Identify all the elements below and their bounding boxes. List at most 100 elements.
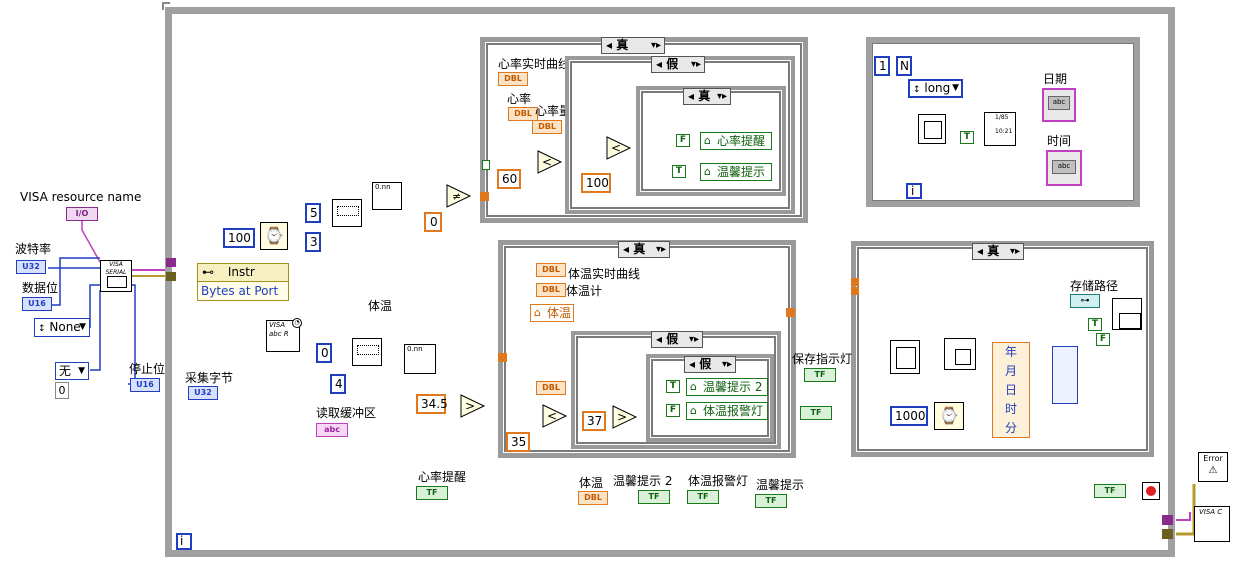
- clock-icon: ◔: [292, 318, 302, 328]
- temp-alarm-local[interactable]: 体温报警灯: [686, 402, 768, 420]
- loop-count-constant[interactable]: 1: [874, 56, 890, 76]
- temp-dbl-terminal[interactable]: DBL: [536, 381, 566, 395]
- offset-constant-1[interactable]: 5: [305, 203, 321, 223]
- serial-icon-label: VISA SERIAL: [105, 261, 127, 276]
- save-wait-constant[interactable]: 1000: [890, 406, 928, 426]
- wait-ms-constant[interactable]: 100: [223, 228, 255, 248]
- greater-than-icon-2[interactable]: >: [612, 405, 638, 429]
- build-array-node[interactable]: [1052, 346, 1078, 404]
- temp-chart-terminal[interactable]: DBL: [536, 263, 566, 277]
- save-tf-terminal[interactable]: TF: [800, 406, 832, 420]
- read-buffer-terminal[interactable]: abc: [316, 423, 348, 437]
- length-constant-1[interactable]: 3: [305, 232, 321, 252]
- baud-terminal[interactable]: U32: [16, 260, 46, 274]
- string-subset-icon-2[interactable]: [352, 338, 382, 366]
- temp-threshold-35[interactable]: 35: [506, 432, 530, 452]
- wait-ms-icon[interactable]: ⌚: [260, 222, 288, 250]
- heart-false-selector[interactable]: ◂ 假 ▾▸: [651, 56, 705, 73]
- heart-case-selector[interactable]: ◂ 真 ▾▸: [601, 37, 665, 54]
- save-false-const[interactable]: F: [1096, 333, 1110, 346]
- less-than-icon-2[interactable]: <: [606, 136, 632, 160]
- stop-terminal[interactable]: TF: [1094, 484, 1126, 498]
- bottom-term-temp[interactable]: DBL: [578, 491, 608, 505]
- stop-dot-icon: [1146, 486, 1156, 496]
- time-label: 时间: [1047, 134, 1072, 148]
- save-indicator-label: 保存指示灯: [792, 352, 853, 366]
- stopbits-terminal[interactable]: U16: [130, 378, 160, 392]
- heart-gauge-terminal[interactable]: DBL: [532, 120, 562, 134]
- scan-number-icon-2[interactable]: 0.nn: [404, 344, 436, 374]
- temp-chart-label: 体温实时曲线: [568, 267, 641, 281]
- visa-configure-serial-icon[interactable]: VISA SERIAL: [100, 260, 132, 292]
- temp-meter-terminal[interactable]: DBL: [536, 283, 566, 297]
- less-than-icon[interactable]: <: [537, 150, 563, 174]
- heart-false-const[interactable]: F: [676, 134, 690, 147]
- save-indicator-terminal[interactable]: TF: [804, 368, 836, 382]
- greater-than-icon[interactable]: >: [460, 394, 486, 418]
- time-indicator[interactable]: abc: [1046, 150, 1082, 186]
- unbundle-date-node[interactable]: 年 月 日 时 分: [992, 342, 1030, 438]
- string-subset-icon-1[interactable]: [332, 199, 362, 227]
- save-true-const[interactable]: T: [1088, 318, 1102, 331]
- scan-number-icon-1[interactable]: 0.nn: [372, 182, 402, 210]
- temp-threshold-37[interactable]: 37: [582, 411, 606, 431]
- format-ring[interactable]: ↕ long ▼: [908, 79, 963, 98]
- get-datetime-icon[interactable]: [890, 340, 920, 374]
- visa-resource-terminal[interactable]: I/O: [66, 207, 98, 221]
- save-path-label: 存储路径: [1070, 279, 1119, 293]
- write-spreadsheet-icon[interactable]: [1112, 298, 1142, 330]
- stop-condition-icon[interactable]: [1142, 482, 1160, 500]
- heart-alert-local[interactable]: 心率提醒: [700, 132, 772, 150]
- property-bytes-at-port[interactable]: Bytes at Port: [198, 282, 288, 300]
- heart-inner-selector[interactable]: ◂ 真 ▾▸: [683, 88, 731, 105]
- date-indicator[interactable]: abc: [1042, 88, 1076, 122]
- parity-ring[interactable]: ↕ None ▼: [34, 318, 90, 337]
- heart-threshold-high[interactable]: 100: [581, 173, 611, 193]
- get-seconds-icon[interactable]: [918, 114, 946, 144]
- prev-arrow-icon: ◂: [977, 244, 984, 258]
- property-node[interactable]: ⊷ Instr Bytes at Port: [197, 263, 289, 301]
- chevron-down-icon: ▾▸: [716, 91, 727, 102]
- temp-local[interactable]: 体温: [530, 304, 574, 322]
- acq-terminal[interactable]: U32: [188, 386, 218, 400]
- main-loop-iteration-term: i: [176, 533, 192, 550]
- save-wait-icon[interactable]: ⌚: [934, 402, 964, 430]
- svg-text:>: >: [617, 410, 627, 424]
- bottom-term-tip[interactable]: TF: [755, 494, 787, 508]
- length-constant-2[interactable]: 4: [330, 374, 346, 394]
- property-node-class: ⊷ Instr: [198, 264, 288, 282]
- subset-glyph-icon: [357, 345, 379, 355]
- chevron-down-icon: ▾▸: [655, 244, 666, 255]
- heart-tip-local[interactable]: 温馨提示: [700, 163, 772, 181]
- databits-terminal[interactable]: U16: [22, 297, 52, 311]
- bottom-term-heart-alert[interactable]: TF: [416, 486, 448, 500]
- save-case-value: 真: [987, 244, 1000, 258]
- temp-threshold-345[interactable]: 34.5: [416, 394, 448, 414]
- heart-rate-terminal[interactable]: DBL: [508, 107, 538, 121]
- heart-threshold-low[interactable]: 60: [497, 169, 521, 189]
- less-than-icon-3[interactable]: <: [542, 404, 568, 428]
- zero-constant[interactable]: 0: [424, 212, 442, 232]
- temp-false-selector[interactable]: ◂ 假 ▾▸: [651, 331, 703, 348]
- bottom-term-alarm[interactable]: TF: [687, 490, 719, 504]
- prev-arrow-icon: ◂: [688, 89, 695, 103]
- error-handler-icon[interactable]: Error ⚠: [1198, 452, 1228, 482]
- save-path-terminal[interactable]: ⊶: [1070, 294, 1100, 308]
- offset-constant-2[interactable]: 0: [316, 343, 332, 363]
- serial-port-icon: [107, 276, 127, 288]
- format-datetime-icon[interactable]: 1/85 10:21: [984, 112, 1016, 146]
- seconds-to-date-icon[interactable]: [944, 338, 976, 370]
- temp-tip2-local[interactable]: 温馨提示 2: [686, 378, 768, 396]
- temp-false-const[interactable]: F: [666, 404, 680, 417]
- flow-control-ring[interactable]: 无 ▼: [55, 362, 89, 380]
- bottom-term-tip2[interactable]: TF: [638, 490, 670, 504]
- temp-true-const[interactable]: T: [666, 380, 680, 393]
- save-case-selector[interactable]: ◂ 真 ▾▸: [972, 243, 1024, 260]
- temp-case-selector[interactable]: ◂ 真 ▾▸: [618, 241, 670, 258]
- visa-close-icon[interactable]: VISA C: [1194, 506, 1230, 542]
- not-equal-icon[interactable]: ≠: [446, 184, 472, 208]
- heart-true-const[interactable]: T: [672, 165, 686, 178]
- heart-chart-terminal[interactable]: DBL: [498, 72, 528, 86]
- temp-inner-selector[interactable]: ◂ 假 ▾▸: [684, 356, 736, 373]
- dt-true-const[interactable]: T: [960, 131, 974, 144]
